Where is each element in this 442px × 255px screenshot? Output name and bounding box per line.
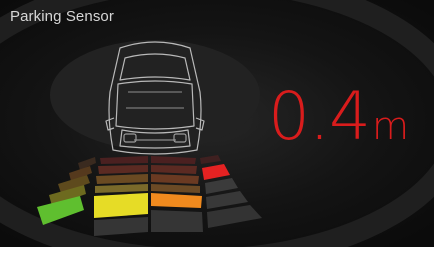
zone-far-right-level-4 bbox=[202, 164, 230, 180]
zone-far-right-level-2 bbox=[206, 191, 248, 209]
zone-center-right-level-3 bbox=[151, 174, 199, 184]
zone-center-right-level-5 bbox=[151, 156, 196, 164]
frame-edge-right bbox=[434, 0, 442, 255]
frame-edge-bottom bbox=[0, 247, 442, 255]
zone-center-left-level-4 bbox=[98, 165, 148, 174]
distance-unit: m bbox=[371, 104, 409, 148]
zone-center-right-level-4 bbox=[151, 165, 197, 174]
zone-far-right-level-5 bbox=[200, 155, 221, 164]
screen-title: Parking Sensor bbox=[10, 8, 114, 25]
zone-center-right-level-1 bbox=[151, 210, 203, 232]
zone-center-left-level-5 bbox=[100, 156, 148, 164]
zone-center-right-level-2 bbox=[151, 193, 202, 208]
distance-value: 0.4 bbox=[268, 78, 371, 155]
zone-center-right-level-2b bbox=[151, 184, 200, 193]
distance-readout: 0.4m bbox=[268, 82, 409, 152]
zone-center-left-level-1 bbox=[94, 217, 148, 236]
zone-center-left-level-2 bbox=[94, 193, 148, 218]
zone-center-left-level-3 bbox=[96, 174, 148, 184]
sensor-zone-grid bbox=[37, 155, 262, 236]
zone-far-right-level-1 bbox=[207, 205, 262, 228]
zone-center-left-level-2b bbox=[95, 184, 148, 193]
parking-sensor-screen: Parking Sensor 0.4m bbox=[0, 0, 442, 255]
zone-far-right-level-3 bbox=[205, 178, 238, 194]
